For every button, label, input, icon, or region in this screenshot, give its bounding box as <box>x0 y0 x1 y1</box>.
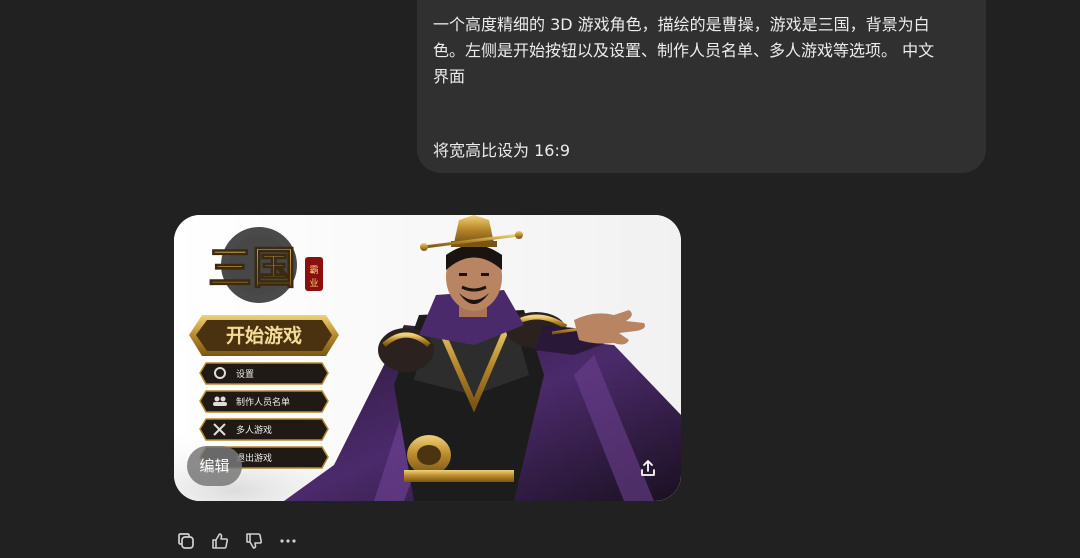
logo-seal: 业 <box>309 278 318 289</box>
copy-button[interactable] <box>174 529 198 553</box>
more-icon <box>280 539 296 543</box>
copy-icon <box>178 533 194 549</box>
user-message-line: 一个高度精细的 3D 游戏角色，描绘的是曹操，游戏是三国，背景为白 <box>433 15 930 34</box>
menu-item-settings[interactable]: 设置 <box>199 362 329 385</box>
more-button[interactable] <box>276 529 300 553</box>
user-message-line: 界面 <box>433 67 466 86</box>
menu-item-credits[interactable]: 制作人员名单 <box>199 390 329 413</box>
logo-title: 三国 <box>208 243 296 294</box>
thumbs-down-icon <box>246 533 263 549</box>
user-message-line: 色。左侧是开始按钮以及设置、制作人员名单、多人游戏等选项。 中文 <box>433 41 935 60</box>
dislike-button[interactable] <box>242 529 266 553</box>
menu-item-label: 多人游戏 <box>236 424 272 436</box>
menu-item-multiplayer[interactable]: 多人游戏 <box>199 418 329 441</box>
menu-item-label: 设置 <box>236 369 254 380</box>
start-game-label: 开始游戏 <box>226 324 302 347</box>
like-button[interactable] <box>208 529 232 553</box>
generated-image[interactable]: 三国 霸 业 开始游戏 设置 制作人员名单 多人游戏 退出游戏 编辑 <box>174 215 681 501</box>
message-actions <box>174 529 300 553</box>
edit-button[interactable]: 编辑 <box>187 446 242 486</box>
game-menu-artwork: 三国 霸 业 开始游戏 设置 制作人员名单 多人游戏 退出游戏 <box>174 215 681 501</box>
menu-item-label: 制作人员名单 <box>236 396 290 408</box>
share-button[interactable] <box>633 453 663 483</box>
logo-seal: 霸 <box>309 265 318 276</box>
start-game-button[interactable]: 开始游戏 <box>189 315 339 356</box>
user-message-line: 将宽高比设为 16:9 <box>433 141 571 160</box>
share-icon <box>641 460 655 476</box>
thumbs-up-icon <box>212 533 229 549</box>
user-message-bubble: 一个高度精细的 3D 游戏角色，描绘的是曹操，游戏是三国，背景为白 色。左侧是开… <box>417 0 986 173</box>
